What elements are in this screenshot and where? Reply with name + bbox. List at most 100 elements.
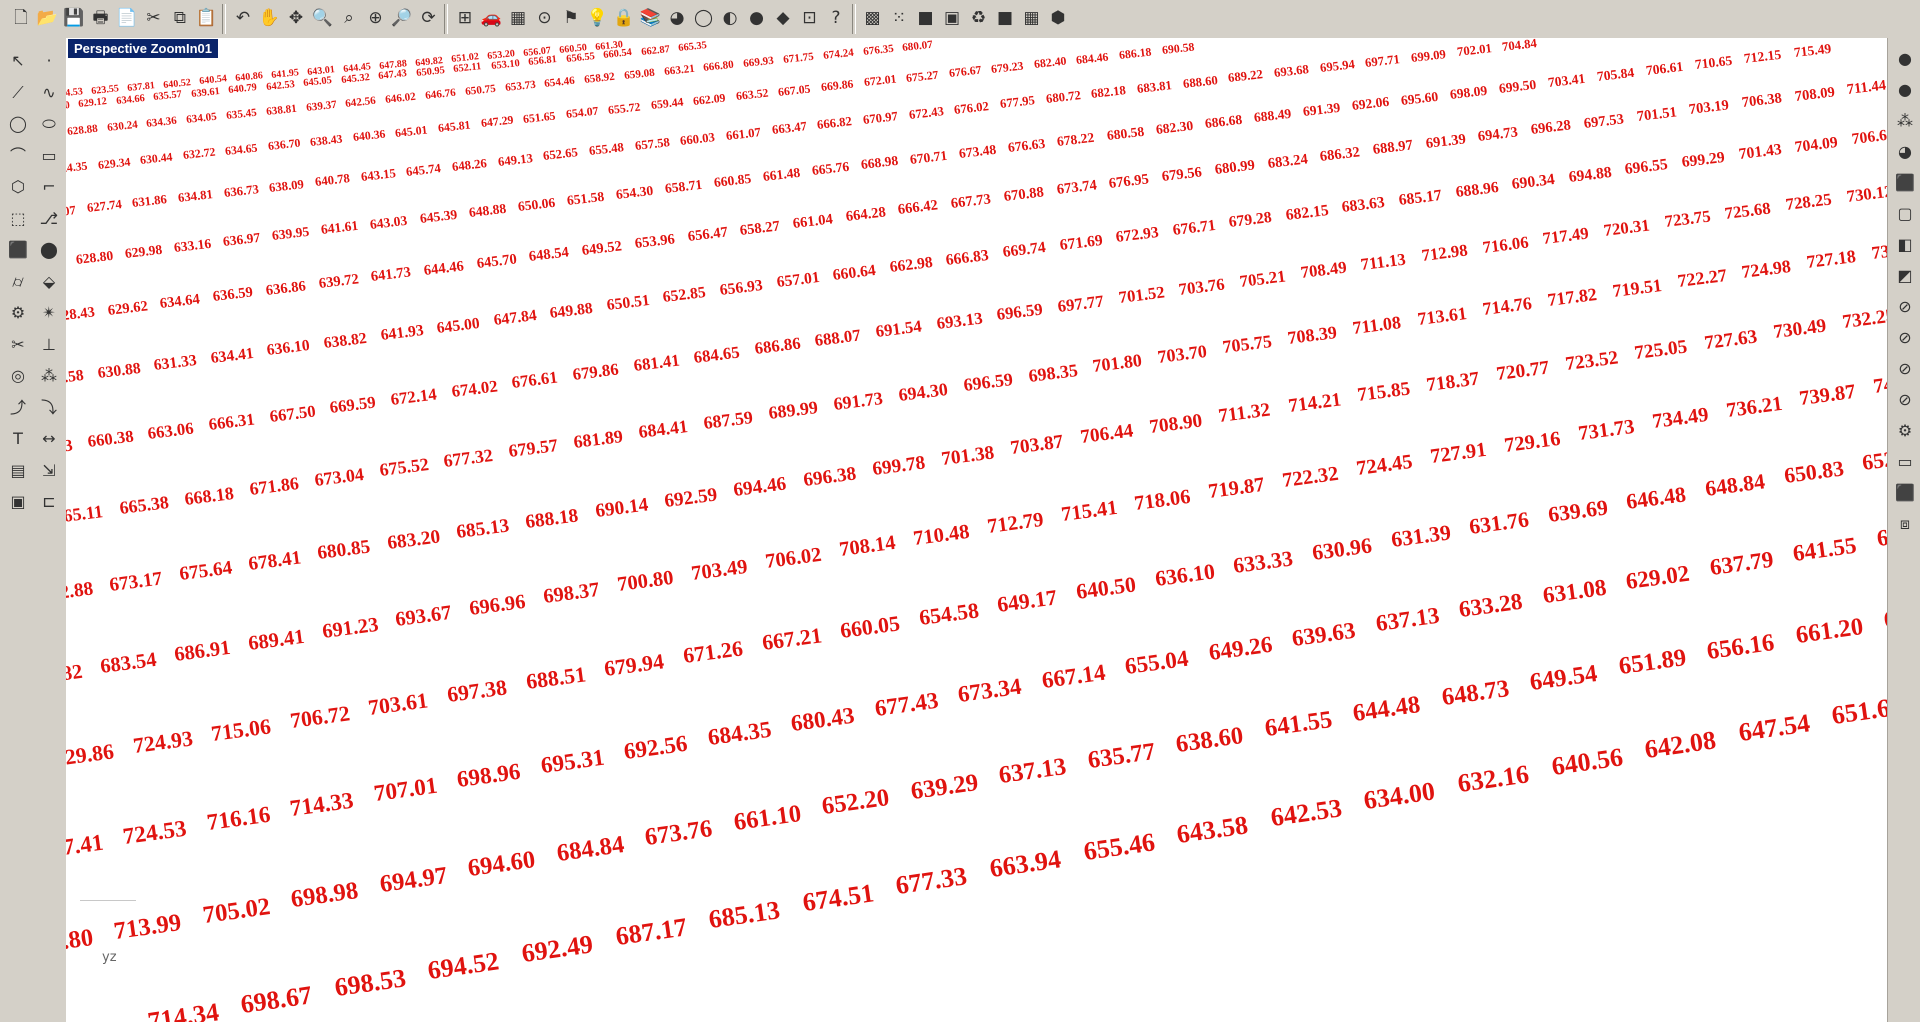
no-entry-4-icon[interactable]: ⊘	[1892, 387, 1918, 413]
import-icon[interactable]: 📄	[114, 5, 140, 31]
trim-icon[interactable]: ✂	[5, 332, 31, 358]
red-grid-icon[interactable]: ▦	[1019, 5, 1045, 31]
frame-icon[interactable]: ▭	[1892, 449, 1918, 475]
move-icon[interactable]: ✥	[283, 5, 309, 31]
cubes-icon[interactable]: ⧈	[1892, 511, 1918, 537]
blend-icon[interactable]: ⤵	[36, 395, 62, 421]
elevation-label: 667.05	[777, 81, 812, 99]
lock-icon[interactable]: 🔒	[611, 5, 637, 31]
ellipse-icon[interactable]: ⬭	[36, 111, 62, 137]
solid-tools-icon[interactable]: ▣	[5, 489, 31, 515]
copy-icon[interactable]: ⧉	[167, 5, 193, 31]
perspective-viewport[interactable]: Perspective ZoomIn01 624.53 623.55 637.81 6…	[66, 38, 1887, 1022]
array-icon[interactable]: ⁂	[36, 363, 62, 389]
rotate-view-icon[interactable]: ⟳	[416, 5, 442, 31]
blue-spheres-icon[interactable]: ⁂	[1892, 108, 1918, 134]
point-icon[interactable]: ·	[36, 48, 62, 74]
group-icon[interactable]: ⊡	[797, 5, 823, 31]
block-icon[interactable]: ▤	[5, 458, 31, 484]
explode-icon[interactable]: ✴	[36, 300, 62, 326]
grid-icon[interactable]: ▦	[505, 5, 531, 31]
render-sphere-icon[interactable]: ●	[744, 5, 770, 31]
cut-icon[interactable]: ✂	[141, 5, 167, 31]
elevation-label: 658.27	[739, 217, 782, 239]
select-arrow-icon[interactable]: ↖	[5, 48, 31, 74]
new-file-icon[interactable]: 🗋	[8, 5, 34, 31]
pan-hand-icon[interactable]: ✋	[257, 5, 283, 31]
points-grid-icon[interactable]: ⁙	[886, 5, 912, 31]
elevation-label: 650.51	[605, 291, 651, 315]
elevation-label: 659.44	[650, 94, 684, 113]
analysis-icon[interactable]: ▣	[939, 5, 965, 31]
no-entry-icon[interactable]: ⊘	[1892, 294, 1918, 320]
cylinder-icon[interactable]: ⌭	[5, 269, 31, 295]
paint-icon[interactable]: ◕	[1892, 139, 1918, 165]
yellow-cube-icon[interactable]: ⬛	[1892, 480, 1918, 506]
light-bulb-icon[interactable]: 💡	[585, 5, 611, 31]
color-squares-icon[interactable]: ■	[913, 5, 939, 31]
car-icon[interactable]: 🚗	[479, 5, 505, 31]
red-sphere-icon[interactable]: ●	[1892, 46, 1918, 72]
polygon-icon[interactable]: ⬡	[5, 174, 31, 200]
elevation-label: 641.93	[379, 322, 425, 345]
gear-icon[interactable]: ⚙	[5, 300, 31, 326]
layer-icon[interactable]: 📚	[638, 5, 664, 31]
no-entry-3-icon[interactable]: ⊘	[1892, 356, 1918, 382]
circle-icon[interactable]: ◯	[5, 111, 31, 137]
recycle-icon[interactable]: ♻	[966, 5, 992, 31]
mesh-grid-icon[interactable]: ▩	[860, 5, 886, 31]
select-filter-icon[interactable]: ⚑	[558, 5, 584, 31]
dimension-icon[interactable]: ↔	[36, 426, 62, 452]
elevation-label: 642.53	[1268, 793, 1344, 833]
print-icon[interactable]: 🖶	[88, 5, 114, 31]
deform-icon[interactable]: ◩	[1892, 263, 1918, 289]
save-icon[interactable]: 💾	[61, 5, 87, 31]
split-icon[interactable]: ⊥	[36, 332, 62, 358]
elevation-label: 660.03	[679, 129, 716, 148]
viewport-title[interactable]: Perspective ZoomIn01	[68, 39, 218, 58]
curve-icon[interactable]: ∿	[36, 80, 62, 106]
mesh-icon[interactable]: ⬙	[36, 269, 62, 295]
boolean-icon[interactable]: ◎	[5, 363, 31, 389]
arc-icon[interactable]: ⌒	[5, 143, 31, 169]
polyline-icon[interactable]: ⟋	[5, 80, 31, 106]
wireframe-icon[interactable]: ◯	[691, 5, 717, 31]
zoom-selected-icon[interactable]: 🔎	[389, 5, 415, 31]
zoom-icon[interactable]: 🔍	[310, 5, 336, 31]
settings-icon[interactable]: ⚙	[1892, 418, 1918, 444]
box-icon[interactable]: ⬛	[5, 237, 31, 263]
elevation-label: 698.67	[239, 980, 314, 1019]
unroll-icon[interactable]: ◧	[1892, 232, 1918, 258]
solid-box-icon[interactable]: ⬢	[1045, 5, 1071, 31]
zoom-window-icon[interactable]: ⌕	[336, 5, 362, 31]
four-viewports-icon[interactable]: ⊞	[452, 5, 478, 31]
no-entry-2-icon[interactable]: ⊘	[1892, 325, 1918, 351]
undo-icon[interactable]: ↶	[230, 5, 256, 31]
open-file-icon[interactable]: 📂	[35, 5, 61, 31]
osnap-icon[interactable]: ⊙	[532, 5, 558, 31]
elevation-label: 670.88	[1002, 184, 1045, 206]
elevation-label: 646.02	[384, 91, 417, 107]
transform-icon[interactable]: ⇲	[36, 458, 62, 484]
green-sphere-icon[interactable]: ●	[1892, 77, 1918, 103]
elevation-label: 714.33	[288, 787, 356, 822]
elevation-label: 682.40	[1033, 53, 1067, 72]
measure-icon[interactable]: ⊏	[36, 489, 62, 515]
offset-icon[interactable]: ⤴	[5, 395, 31, 421]
material-icon[interactable]: ◆	[770, 5, 796, 31]
red-palette-icon[interactable]: ■	[992, 5, 1018, 31]
text-icon[interactable]: T	[5, 426, 31, 452]
cube-outline-icon[interactable]: ▢	[1892, 201, 1918, 227]
sweep-icon[interactable]: ⎇	[36, 206, 62, 232]
sphere-icon[interactable]: ⬤	[36, 237, 62, 263]
rectangle-icon[interactable]: ▭	[36, 143, 62, 169]
surface-icon[interactable]: ⬚	[5, 206, 31, 232]
fillet-icon[interactable]: ⌐	[36, 174, 62, 200]
paste-icon[interactable]: 📋	[194, 5, 220, 31]
elevation-label: 730.12	[1845, 181, 1887, 206]
shaded-icon[interactable]: ◐	[717, 5, 743, 31]
color-wheel-icon[interactable]: ◕	[664, 5, 690, 31]
zoom-extents-icon[interactable]: ⊕	[363, 5, 389, 31]
cube-icon[interactable]: ⬛	[1892, 170, 1918, 196]
help-icon[interactable]: ?	[823, 5, 849, 31]
